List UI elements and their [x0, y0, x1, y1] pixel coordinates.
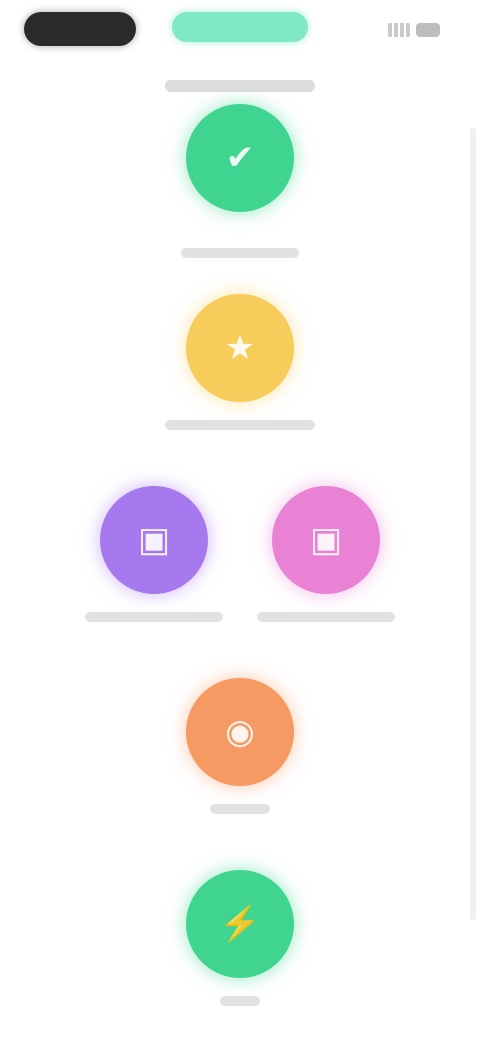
status-area — [388, 20, 440, 40]
lesson-label-2 — [150, 418, 330, 434]
dumbbell-icon: ◉ — [225, 713, 255, 751]
top-bar — [0, 0, 480, 64]
section-title — [160, 76, 320, 96]
lightning-icon: ⚡ — [218, 905, 262, 943]
lesson-label-1 — [170, 246, 310, 262]
lesson-label-6 — [210, 994, 270, 1010]
book-icon: ▣ — [309, 521, 343, 559]
lesson-node-5[interactable]: ◉ — [186, 678, 294, 786]
signal-icon — [388, 23, 410, 37]
app-screen: ✔ ★ ▣ ▣ ◉ ⚡ — [0, 0, 480, 1040]
back-pill-button[interactable] — [24, 12, 136, 46]
battery-icon — [416, 23, 440, 37]
center-pill-button[interactable] — [172, 12, 308, 42]
book-icon: ▣ — [137, 521, 171, 559]
section-title-text — [165, 80, 315, 92]
checkmark-icon: ✔ — [225, 139, 255, 177]
lesson-label-3 — [70, 610, 238, 626]
star-icon: ★ — [224, 329, 256, 367]
lesson-label-5 — [200, 802, 280, 818]
lesson-node-6[interactable]: ⚡ — [186, 870, 294, 978]
lesson-node-3[interactable]: ▣ — [100, 486, 208, 594]
scrollbar[interactable] — [470, 128, 476, 920]
lesson-label-4 — [246, 610, 406, 626]
lesson-node-4[interactable]: ▣ — [272, 486, 380, 594]
lesson-node-1[interactable]: ✔ — [186, 104, 294, 212]
lesson-node-2[interactable]: ★ — [186, 294, 294, 402]
